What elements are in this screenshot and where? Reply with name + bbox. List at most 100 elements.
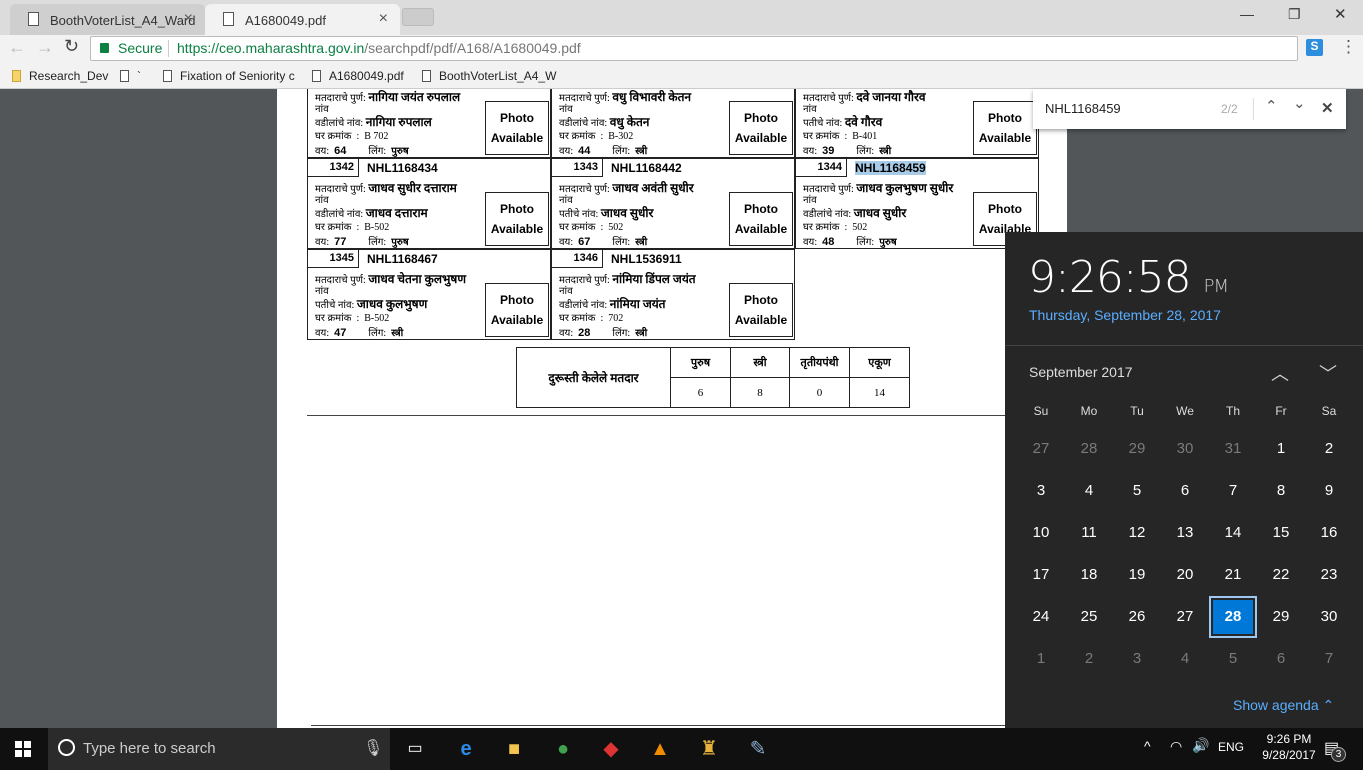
divider — [311, 725, 1011, 726]
back-button[interactable]: ← — [8, 37, 26, 58]
start-windows-icon[interactable] — [15, 741, 31, 757]
epic-number: NHL1168434 — [367, 161, 438, 175]
calendar-day[interactable]: 19 — [1113, 554, 1161, 596]
extension-icon[interactable]: S — [1306, 39, 1323, 56]
task-view-icon[interactable]: ▭ — [402, 736, 428, 762]
calendar-day[interactable]: 8 — [1257, 470, 1305, 512]
calendar-day[interactable]: 20 — [1161, 554, 1209, 596]
calendar-day[interactable]: 28 — [1209, 596, 1257, 638]
bookmark-a1680049[interactable]: A1680049.pdf — [312, 69, 404, 83]
calendar-day[interactable]: 3 — [1113, 638, 1161, 680]
calendar-day[interactable]: 25 — [1065, 596, 1113, 638]
edge-icon[interactable]: e — [453, 736, 479, 762]
volume-icon[interactable]: 🔊 — [1192, 737, 1209, 754]
new-tab-button[interactable] — [402, 8, 434, 26]
bookmark-research-dev[interactable]: Research_Dev — [12, 69, 108, 83]
search-box[interactable]: Type here to search 🎙 — [48, 728, 390, 770]
page-icon — [163, 70, 172, 82]
lock-icon — [100, 43, 109, 53]
chevron-up-icon[interactable]: ^ — [1144, 738, 1151, 754]
calendar-day[interactable]: 13 — [1161, 512, 1209, 554]
find-close-icon[interactable]: ✕ — [1321, 99, 1334, 117]
close-window-button[interactable]: ✕ — [1334, 5, 1347, 23]
chevron-up-icon[interactable]: ︿ — [1271, 360, 1289, 386]
bookmark-backtick[interactable]: ` — [120, 69, 141, 83]
house-number: घर क्रमांक : B-502 — [315, 222, 390, 233]
calendar-day[interactable]: 23 — [1305, 554, 1353, 596]
house-number: घर क्रमांक : 502 — [559, 222, 624, 233]
find-next-icon[interactable]: ⌄ — [1293, 94, 1306, 112]
taskbar-clock[interactable]: 9:26 PM 9/28/2017 — [1254, 732, 1324, 762]
photo-placeholder: Photo Available — [485, 283, 549, 337]
tab-boothvoterlist[interactable]: BoothVoterList_A4_Ward × — [10, 4, 205, 35]
menu-icon[interactable]: ⋮ — [1340, 37, 1357, 57]
calendar-day[interactable]: 22 — [1257, 554, 1305, 596]
calendar-day[interactable]: 6 — [1161, 470, 1209, 512]
calendar-day[interactable]: 14 — [1209, 512, 1257, 554]
serial-number: 1343 — [552, 159, 603, 177]
calendar-day[interactable]: 26 — [1113, 596, 1161, 638]
calendar-day[interactable]: 5 — [1209, 638, 1257, 680]
calendar-day[interactable]: 1 — [1257, 428, 1305, 470]
app-icon[interactable]: ◆ — [598, 736, 624, 762]
calendar-day[interactable]: 11 — [1065, 512, 1113, 554]
calendar-day[interactable]: 18 — [1065, 554, 1113, 596]
calendar-day[interactable]: 31 — [1209, 428, 1257, 470]
calendar-day[interactable]: 5 — [1113, 470, 1161, 512]
show-agenda-link[interactable]: Show agenda ⌃ — [1233, 697, 1334, 714]
calendar-day[interactable]: 29 — [1113, 428, 1161, 470]
paint-icon[interactable]: ✎ — [745, 736, 771, 762]
calendar-day[interactable]: 28 — [1065, 428, 1113, 470]
address-bar[interactable]: Secure https://ceo.maharashtra.gov.in/se… — [90, 36, 1298, 61]
calendar-day[interactable]: 9 — [1305, 470, 1353, 512]
calendar-day[interactable]: 17 — [1017, 554, 1065, 596]
photo-placeholder: Photo Available — [485, 101, 549, 155]
photo-placeholder: Photo Available — [729, 192, 793, 246]
restore-button[interactable]: ❐ — [1288, 6, 1301, 23]
reload-button[interactable]: ↻ — [64, 36, 79, 57]
microphone-icon[interactable]: 🎙 — [363, 738, 383, 758]
calendar-day[interactable]: 1 — [1017, 638, 1065, 680]
weekday-header: Th — [1225, 404, 1240, 418]
calendar-day[interactable]: 6 — [1257, 638, 1305, 680]
bookmark-boothvoterlist[interactable]: BoothVoterList_A4_W — [422, 69, 556, 83]
calendar-day[interactable]: 7 — [1209, 470, 1257, 512]
calendar-day[interactable]: 29 — [1257, 596, 1305, 638]
language-indicator[interactable]: ENG — [1218, 740, 1244, 754]
calendar-day[interactable]: 24 — [1017, 596, 1065, 638]
app-icon[interactable]: ♜ — [696, 736, 722, 762]
wifi-icon[interactable]: ◠ — [1170, 738, 1182, 755]
tab-a1680049[interactable]: A1680049.pdf × — [205, 4, 400, 35]
calendar-day[interactable]: 30 — [1161, 428, 1209, 470]
calendar-day[interactable]: 3 — [1017, 470, 1065, 512]
calendar-day[interactable]: 15 — [1257, 512, 1305, 554]
weekday-header: Fr — [1275, 404, 1287, 418]
forward-button[interactable]: → — [36, 37, 54, 58]
calendar-day[interactable]: 21 — [1209, 554, 1257, 596]
chevron-down-icon[interactable]: ﹀ — [1319, 360, 1337, 386]
vlc-icon[interactable]: ▲ — [647, 736, 673, 762]
weekday-header: Sa — [1321, 404, 1337, 418]
calendar-day[interactable]: 4 — [1065, 470, 1113, 512]
chrome-icon[interactable]: ● — [550, 736, 576, 762]
calendar-day[interactable]: 27 — [1161, 596, 1209, 638]
close-tab-icon[interactable]: × — [379, 10, 388, 28]
clock-date-link[interactable]: Thursday, September 28, 2017 — [1029, 307, 1221, 323]
find-input[interactable]: NHL1168459 — [1045, 101, 1121, 116]
minimize-button[interactable]: — — [1240, 6, 1254, 22]
calendar-day[interactable]: 2 — [1065, 638, 1113, 680]
file-explorer-icon[interactable]: ■ — [501, 736, 527, 762]
close-tab-icon[interactable]: × — [184, 10, 193, 28]
bookmark-fixation[interactable]: Fixation of Seniority c — [163, 69, 295, 83]
calendar-month[interactable]: September 2017 — [1029, 364, 1133, 380]
calendar-day[interactable]: 10 — [1017, 512, 1065, 554]
calendar-day[interactable]: 16 — [1305, 512, 1353, 554]
find-previous-icon[interactable]: ⌃ — [1265, 97, 1278, 115]
calendar-day[interactable]: 4 — [1161, 638, 1209, 680]
calendar-day[interactable]: 12 — [1113, 512, 1161, 554]
calendar-day[interactable]: 7 — [1305, 638, 1353, 680]
calendar-day[interactable]: 27 — [1017, 428, 1065, 470]
calendar-day[interactable]: 2 — [1305, 428, 1353, 470]
calendar-day[interactable]: 30 — [1305, 596, 1353, 638]
clock-time: 9:26:58 PM — [1028, 252, 1229, 303]
